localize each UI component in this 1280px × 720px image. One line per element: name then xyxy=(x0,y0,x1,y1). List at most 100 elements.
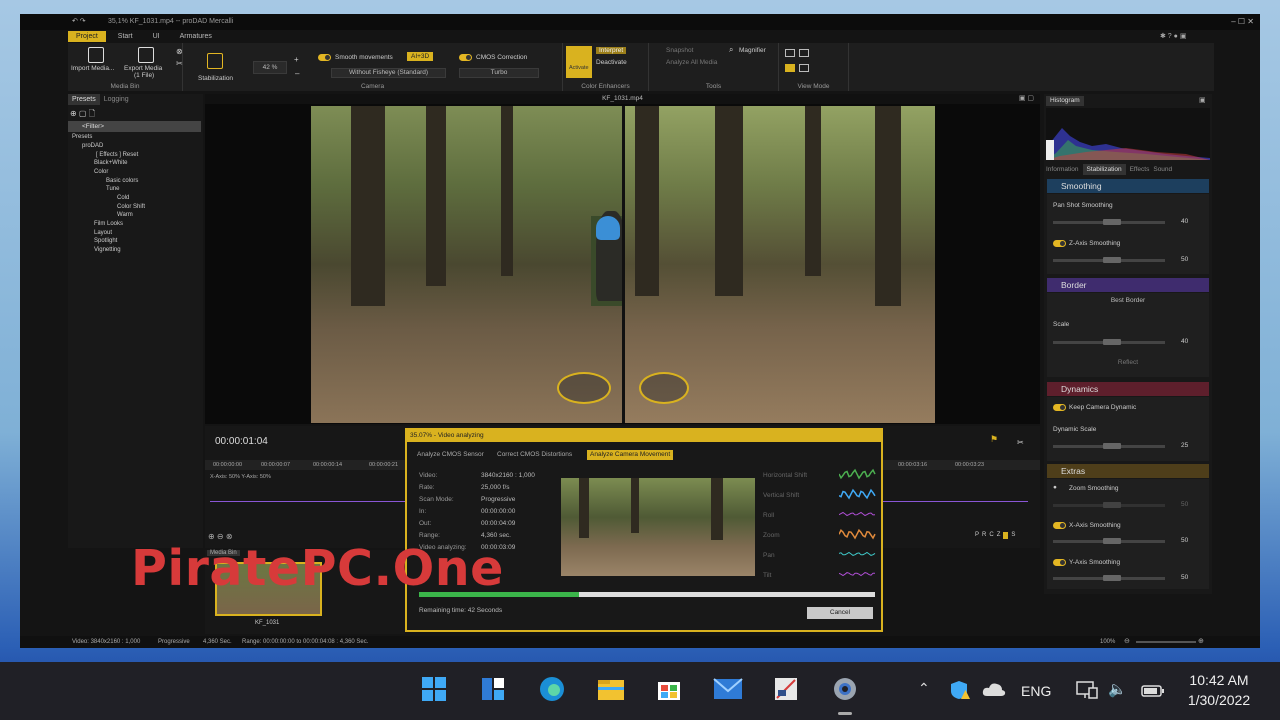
marker-r[interactable]: R xyxy=(982,532,986,539)
cancel-button[interactable]: Cancel xyxy=(807,607,873,619)
tree-item[interactable]: Warm xyxy=(117,212,133,218)
magnifier-button[interactable]: Magnifier xyxy=(739,47,766,54)
tab-sound[interactable]: Sound xyxy=(1153,164,1172,175)
tree-item[interactable]: Layout xyxy=(94,230,112,236)
filter-input[interactable]: <Filter> xyxy=(68,121,201,132)
import-media-icon[interactable] xyxy=(88,47,104,63)
mercalli-app-icon[interactable] xyxy=(769,672,803,706)
marker-c[interactable]: C xyxy=(989,532,993,539)
zoom-smoothing-radio[interactable]: ● xyxy=(1053,484,1057,491)
clock-time[interactable]: 10:42 AM xyxy=(1179,672,1259,688)
cmos-correction-toggle[interactable] xyxy=(459,54,472,61)
marker-z[interactable]: Z xyxy=(997,532,1001,539)
view-split-icon[interactable] xyxy=(799,49,809,57)
z-axis-slider[interactable] xyxy=(1053,257,1165,263)
view-single-icon[interactable] xyxy=(785,49,795,57)
scale-value[interactable]: 40 xyxy=(1181,338,1188,345)
tree-item[interactable]: Color xyxy=(94,169,108,175)
cmos-mode-dropdown[interactable]: Turbo xyxy=(459,68,539,78)
flag-icon[interactable]: ⚑ xyxy=(990,434,998,445)
view-compare-icon[interactable] xyxy=(785,64,795,72)
viewer-window-buttons[interactable]: ▣ ▢ xyxy=(1019,94,1034,102)
dialog-tab-cmos-distortions[interactable]: Correct CMOS Distortions xyxy=(494,450,575,460)
tree-item[interactable]: Tune xyxy=(106,186,119,192)
reflect-dropdown[interactable]: Reflect xyxy=(1053,359,1203,369)
marker-active[interactable] xyxy=(1003,532,1009,539)
edge-browser-icon[interactable] xyxy=(535,672,569,706)
section-extras[interactable]: Extras xyxy=(1047,464,1209,478)
tree-item[interactable]: Film Looks xyxy=(94,221,123,227)
section-smoothing[interactable]: Smoothing xyxy=(1047,179,1209,193)
volume-icon[interactable]: 🔈 xyxy=(1108,680,1127,698)
zoom-in-icon[interactable]: ⊕ xyxy=(1198,638,1204,646)
dynamic-scale-slider[interactable] xyxy=(1053,443,1165,449)
dialog-tab-camera-movement[interactable]: Analyze Camera Movement xyxy=(587,450,674,460)
marker-s[interactable]: S xyxy=(1011,532,1015,539)
zoom-minus-button[interactable]: – xyxy=(295,69,299,78)
window-controls[interactable]: – ☐ ✕ xyxy=(1231,14,1254,30)
stabilization-icon[interactable] xyxy=(207,53,223,69)
onedrive-cloud-icon[interactable] xyxy=(982,681,1006,697)
tab-project[interactable]: Project xyxy=(68,31,106,42)
pan-shot-slider[interactable] xyxy=(1053,219,1165,225)
widgets-icon[interactable] xyxy=(476,672,510,706)
tab-ui[interactable]: UI xyxy=(145,31,168,42)
language-indicator[interactable]: ENG xyxy=(1021,683,1051,699)
tab-armatures[interactable]: Armatures xyxy=(172,31,220,42)
start-icon[interactable] xyxy=(417,672,451,706)
activate-button[interactable] xyxy=(566,46,592,78)
zoom-plus-button[interactable]: + xyxy=(294,55,299,64)
tree-item[interactable]: [ Effects ] Reset xyxy=(96,152,138,158)
undo-icon[interactable]: ↶ ↷ xyxy=(72,14,86,30)
zoom-slider[interactable] xyxy=(1136,641,1196,643)
chevron-up-icon[interactable]: ⌃ xyxy=(918,680,930,697)
clock-date[interactable]: 1/30/2022 xyxy=(1179,692,1259,708)
deactivate-button[interactable]: Deactivate xyxy=(596,59,627,66)
tree-item[interactable]: Color Shift xyxy=(117,204,145,210)
tab-logging[interactable]: Logging xyxy=(100,94,133,105)
tab-effects[interactable]: Effects xyxy=(1130,164,1150,175)
tree-item[interactable]: Spotlight xyxy=(94,238,117,244)
section-border[interactable]: Border xyxy=(1047,278,1209,292)
tree-item[interactable]: Basic colors xyxy=(106,178,138,184)
smooth-movements-toggle[interactable] xyxy=(318,54,331,61)
zoom-smoothing-value[interactable]: 50 xyxy=(1181,501,1188,508)
zoom-smoothing-slider[interactable] xyxy=(1053,502,1165,508)
zoom-out-icon[interactable]: ⊖ xyxy=(1124,638,1130,646)
settings-gear-icon[interactable] xyxy=(828,672,862,706)
security-warning-icon[interactable] xyxy=(948,680,970,700)
z-axis-value[interactable]: 50 xyxy=(1181,256,1188,263)
marker-p[interactable]: P xyxy=(975,532,979,539)
tab-stabilization[interactable]: Stabilization xyxy=(1082,164,1126,175)
scissors-icon[interactable]: ✂ xyxy=(176,59,183,68)
help-icons[interactable]: ✱ ? ● ▣ xyxy=(1160,32,1186,40)
x-axis-slider[interactable] xyxy=(1053,538,1165,544)
export-media-icon[interactable] xyxy=(138,47,154,63)
y-axis-value[interactable]: 50 xyxy=(1181,574,1188,581)
snapshot-button[interactable]: Snapshot xyxy=(666,47,693,54)
stabilization-button[interactable]: Stabilization xyxy=(198,75,233,82)
dialog-tab-cmos-sensor[interactable]: Analyze CMOS Sensor xyxy=(414,450,487,460)
y-axis-slider[interactable] xyxy=(1053,575,1165,581)
tree-item[interactable]: Black+White xyxy=(94,160,128,166)
battery-icon[interactable] xyxy=(1141,684,1165,698)
import-media-button[interactable]: Import Media... xyxy=(71,65,114,72)
y-axis-toggle[interactable] xyxy=(1053,559,1066,566)
store-icon[interactable] xyxy=(652,672,686,706)
section-dynamics[interactable]: Dynamics xyxy=(1047,382,1209,396)
keep-dynamic-toggle[interactable] xyxy=(1053,404,1066,411)
tree-item[interactable]: Vignetting xyxy=(94,247,121,253)
interpret-button[interactable]: Interpret xyxy=(596,47,627,54)
x-axis-toggle[interactable] xyxy=(1053,522,1066,529)
tree-item[interactable]: Presets xyxy=(72,134,92,140)
tree-item[interactable]: proDAD xyxy=(82,143,103,149)
mail-icon[interactable] xyxy=(711,672,745,706)
dynamic-scale-value[interactable]: 25 xyxy=(1181,442,1188,449)
scissors-icon[interactable]: ✂ xyxy=(1017,438,1024,447)
tab-presets[interactable]: Presets xyxy=(68,94,100,105)
border-mode-dropdown[interactable]: Best Border xyxy=(1053,297,1203,307)
preset-toolbar-icons[interactable]: ⊕ ▢ 🗋 xyxy=(70,108,95,122)
file-explorer-icon[interactable] xyxy=(594,672,628,706)
panel-maximize-icon[interactable]: ▣ xyxy=(1199,96,1206,104)
fisheye-dropdown[interactable]: Without Fisheye (Standard) xyxy=(331,68,446,78)
